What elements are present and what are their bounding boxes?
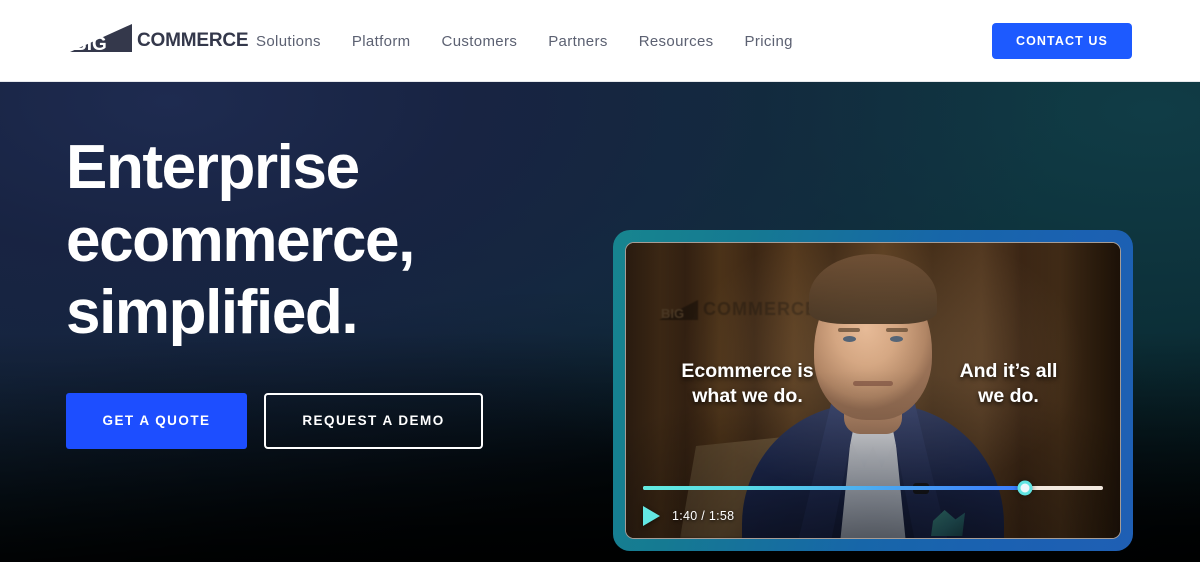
progress-fill [643, 486, 1025, 490]
logo-wordmark: COMMERCE [137, 30, 249, 51]
logo-mark-text: BIG [73, 34, 107, 55]
progress-bar[interactable] [643, 480, 1103, 496]
hero-copy: Enterprise ecommerce, simplified. GET A … [66, 132, 483, 449]
caption-left-line-2: what we do. [692, 384, 803, 407]
playback-row: 1:40 / 1:58 [643, 506, 734, 526]
caption-left-line-1: Ecommerce is [681, 360, 814, 382]
headline-line-3: simplified. [66, 278, 359, 348]
progress-handle[interactable] [1017, 480, 1033, 496]
video-controls: 1:40 / 1:58 [626, 462, 1120, 538]
contact-us-button[interactable]: CONTACT US [992, 23, 1132, 59]
bigcommerce-logo[interactable]: BIG COMMERCE [66, 22, 249, 56]
caption-right: And it’s all we do. [911, 359, 1106, 409]
caption-left: Ecommerce is what we do. [640, 359, 855, 409]
nav-item-partners[interactable]: Partners [548, 33, 608, 50]
play-triangle-icon[interactable] [643, 506, 660, 526]
get-a-quote-button[interactable]: GET A QUOTE [66, 392, 247, 449]
hero-section: Enterprise ecommerce, simplified. GET A … [0, 82, 1200, 562]
headline-line-2: ecommerce, [66, 205, 415, 275]
caption-right-line-1: And it’s all [959, 360, 1058, 382]
nav-item-platform[interactable]: Platform [352, 33, 411, 50]
caption-right-line-2: we do. [978, 384, 1039, 407]
main-navigation: Solutions Platform Customers Partners Re… [256, 0, 793, 82]
page-title: Enterprise ecommerce, simplified. [66, 132, 483, 350]
video-screen[interactable]: BIG COMMERCE [625, 242, 1121, 539]
nav-item-pricing[interactable]: Pricing [745, 33, 793, 50]
nav-item-resources[interactable]: Resources [639, 33, 714, 50]
hero-cta-row: GET A QUOTE REQUEST A DEMO [66, 392, 483, 449]
nav-item-solutions[interactable]: Solutions [256, 33, 321, 50]
site-header: BIG COMMERCE Solutions Platform Customer… [0, 0, 1200, 82]
video-player[interactable]: BIG COMMERCE [613, 230, 1133, 551]
bigcommerce-triangle-icon: BIG [66, 22, 138, 56]
nav-item-customers[interactable]: Customers [442, 33, 518, 50]
request-a-demo-button[interactable]: REQUEST A DEMO [264, 392, 483, 449]
headline-line-1: Enterprise [66, 133, 360, 202]
time-display: 1:40 / 1:58 [672, 509, 735, 523]
